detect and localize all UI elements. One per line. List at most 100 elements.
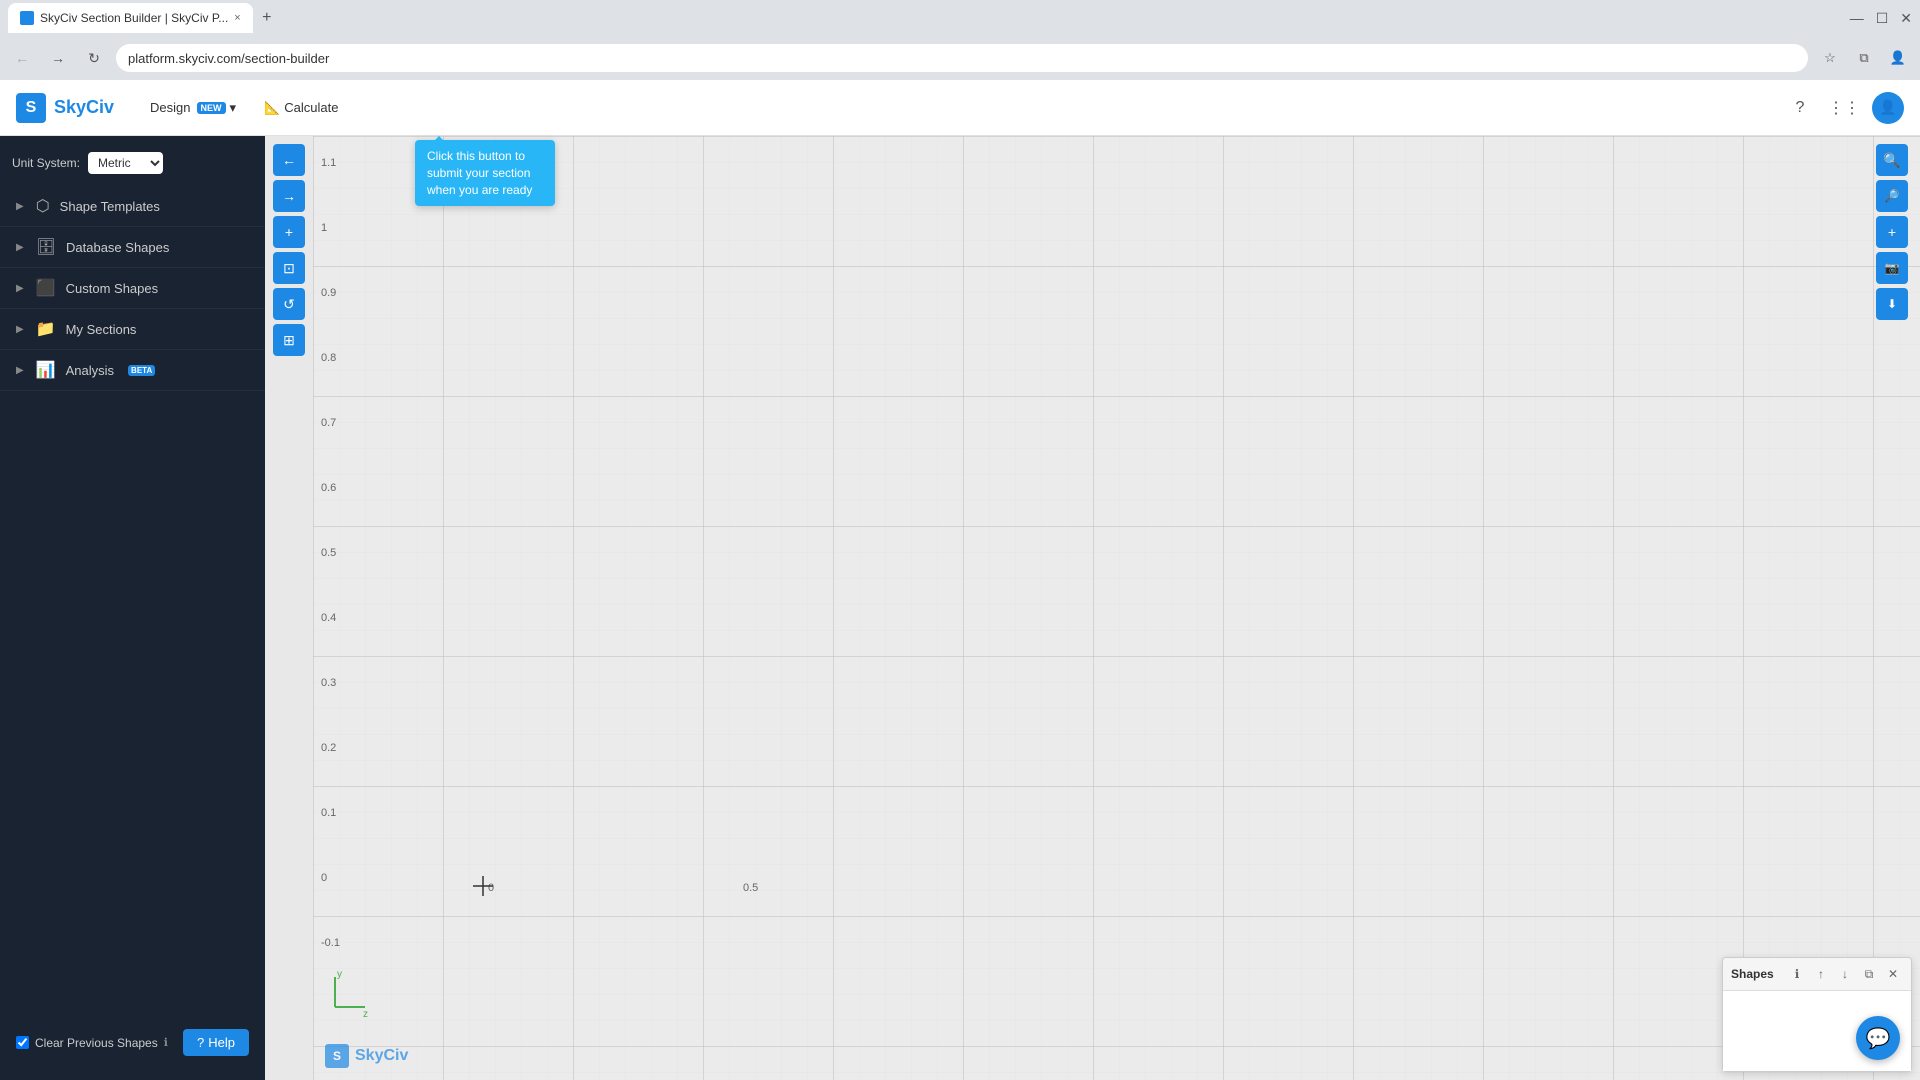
canvas-logo-icon: S [325, 1044, 349, 1068]
sidebar-item-my-sections[interactable]: ▶ 📁 My Sections [0, 309, 265, 350]
toolbar-add-btn[interactable]: + [273, 216, 305, 248]
shapes-up-icon[interactable]: ↑ [1811, 964, 1831, 984]
sidebar-item-custom-shapes[interactable]: ▶ ⬛ Custom Shapes [0, 268, 265, 309]
clear-shapes-checkbox[interactable] [16, 1036, 29, 1049]
tab-close-btn[interactable]: × [234, 12, 240, 24]
y-label-1: 1 [321, 222, 327, 234]
sidebar-item-shape-templates[interactable]: ▶ ⬡ Shape Templates [0, 186, 265, 227]
unit-select[interactable]: Metric Imperial [88, 152, 163, 174]
toolbar-pan-left-btn[interactable]: ← [273, 144, 305, 176]
shapes-close-icon[interactable]: ✕ [1883, 964, 1903, 984]
y-label-neg01: -0.1 [321, 937, 340, 949]
info-icon: ℹ [164, 1036, 168, 1049]
y-label-11: 1.1 [321, 157, 336, 169]
y-label-09: 0.9 [321, 287, 336, 299]
address-icons: ☆ ⧉ 👤 [1816, 44, 1912, 72]
apps-icon-btn[interactable]: ⋮⋮ [1828, 92, 1860, 124]
calculate-btn[interactable]: 📐 Calculate [252, 94, 350, 122]
extensions-icon[interactable]: ⧉ [1850, 44, 1878, 72]
canvas-logo: S SkyCiv [325, 1044, 408, 1068]
zoom-out-btn[interactable]: 🔎 [1876, 180, 1908, 212]
fit-view-btn[interactable]: + [1876, 216, 1908, 248]
shapes-down-icon[interactable]: ↓ [1835, 964, 1855, 984]
my-sections-icon: 📁 [36, 319, 56, 339]
header-right: ? ⋮⋮ 👤 [1784, 92, 1904, 124]
close-btn[interactable]: ✕ [1900, 10, 1912, 27]
chevron-icon: ▶ [16, 201, 24, 212]
chevron-icon: ▶ [16, 324, 24, 335]
address-bar: ← → ↻ ☆ ⧉ 👤 [0, 36, 1920, 80]
tab-favicon [20, 11, 34, 25]
chevron-icon: ▶ [16, 283, 24, 294]
design-btn[interactable]: Design NEW ▾ [138, 94, 248, 122]
help-icon: ? [197, 1035, 204, 1050]
clear-shapes-row: Clear Previous Shapes ℹ [16, 1036, 168, 1050]
sidebar-item-analysis[interactable]: ▶ 📊 Analysis BETA [0, 350, 265, 391]
browser-tab[interactable]: SkyCiv Section Builder | SkyCiv P... × [8, 3, 253, 33]
svg-text:z: z [363, 1009, 368, 1017]
profile-icon[interactable]: 👤 [1884, 44, 1912, 72]
toolbar-rotate-btn[interactable]: ↺ [273, 288, 305, 320]
calculate-label: Calculate [284, 100, 338, 115]
screenshot-btn[interactable]: 📷 [1876, 252, 1908, 284]
unit-label: Unit System: [12, 156, 80, 170]
chat-icon: 💬 [1866, 1026, 1891, 1051]
unit-system-row: Unit System: Metric Imperial [0, 148, 265, 186]
clear-shapes-label: Clear Previous Shapes [35, 1036, 158, 1050]
y-label-05: 0.5 [321, 547, 336, 559]
toolbar-settings-btn[interactable]: ⊞ [273, 324, 305, 356]
minimize-btn[interactable]: — [1850, 10, 1864, 26]
logo-text: SkyCiv [54, 97, 114, 118]
toolbar-grid-btn[interactable]: ⊡ [273, 252, 305, 284]
logo-area: S SkyCiv [16, 93, 114, 123]
chevron-icon: ▶ [16, 365, 24, 376]
address-input[interactable] [116, 44, 1808, 72]
bookmark-icon[interactable]: ☆ [1816, 44, 1844, 72]
back-btn[interactable]: ← [8, 44, 36, 72]
maximize-btn[interactable]: ☐ [1876, 10, 1889, 27]
calculate-icon: 📐 [264, 100, 280, 116]
grid-canvas: 1.1 1 0.9 0.8 0.7 0.6 0.5 0.4 0.3 0.2 0.… [313, 136, 1920, 1080]
sidebar-item-database-shapes[interactable]: ▶ 🗄 Database Shapes [0, 227, 265, 268]
y-label-07: 0.7 [321, 417, 336, 429]
y-label-0: 0 [321, 872, 327, 884]
shape-templates-icon: ⬡ [36, 196, 50, 216]
shapes-panel-title: Shapes [1731, 967, 1783, 981]
user-avatar[interactable]: 👤 [1872, 92, 1904, 124]
design-chevron-icon: ▾ [230, 100, 237, 116]
zoom-in-btn[interactable]: 🔍 [1876, 144, 1908, 176]
canvas-area: ← → + ⊡ ↺ ⊞ [265, 136, 1920, 1080]
coord-axis: y z [325, 967, 375, 1020]
database-shapes-icon: 🗄 [36, 237, 56, 257]
shapes-panel-header: Shapes ℹ ↑ ↓ ⧉ ✕ [1723, 958, 1911, 991]
custom-shapes-icon: ⬛ [36, 278, 56, 298]
header-nav: Design NEW ▾ 📐 Calculate [138, 94, 350, 122]
shapes-copy-icon[interactable]: ⧉ [1859, 964, 1879, 984]
svg-text:y: y [337, 969, 342, 980]
chevron-icon: ▶ [16, 242, 24, 253]
y-label-06: 0.6 [321, 482, 336, 494]
app-body: Unit System: Metric Imperial ▶ ⬡ Shape T… [0, 136, 1920, 1080]
help-icon-btn[interactable]: ? [1784, 92, 1816, 124]
reload-btn[interactable]: ↻ [80, 44, 108, 72]
app-header: S SkyCiv Design NEW ▾ 📐 Calculate Click … [0, 80, 1920, 136]
design-label: Design [150, 100, 190, 115]
sidebar-label-my-sections: My Sections [66, 322, 137, 337]
beta-badge: BETA [128, 365, 155, 376]
chat-bubble[interactable]: 💬 [1856, 1016, 1900, 1060]
help-btn[interactable]: ? Help [183, 1029, 249, 1056]
grid-svg: 1.1 1 0.9 0.8 0.7 0.6 0.5 0.4 0.3 0.2 0.… [313, 136, 1920, 1080]
sidebar-label-custom-shapes: Custom Shapes [66, 281, 159, 296]
forward-btn[interactable]: → [44, 44, 72, 72]
shapes-info-icon[interactable]: ℹ [1787, 964, 1807, 984]
sidebar-bottom: Clear Previous Shapes ℹ ? Help [0, 1017, 265, 1068]
toolbar-pan-right-btn[interactable]: → [273, 180, 305, 212]
left-toolbar: ← → + ⊡ ↺ ⊞ [273, 144, 305, 356]
sidebar-label-database-shapes: Database Shapes [66, 240, 169, 255]
window-controls: — ☐ ✕ [1850, 10, 1912, 27]
help-label: Help [208, 1035, 235, 1050]
new-badge: NEW [197, 102, 226, 114]
new-tab-btn[interactable]: + [253, 4, 281, 32]
right-toolbar: 🔍 🔎 + 📷 ⬇ [1876, 144, 1908, 320]
download-btn[interactable]: ⬇ [1876, 288, 1908, 320]
